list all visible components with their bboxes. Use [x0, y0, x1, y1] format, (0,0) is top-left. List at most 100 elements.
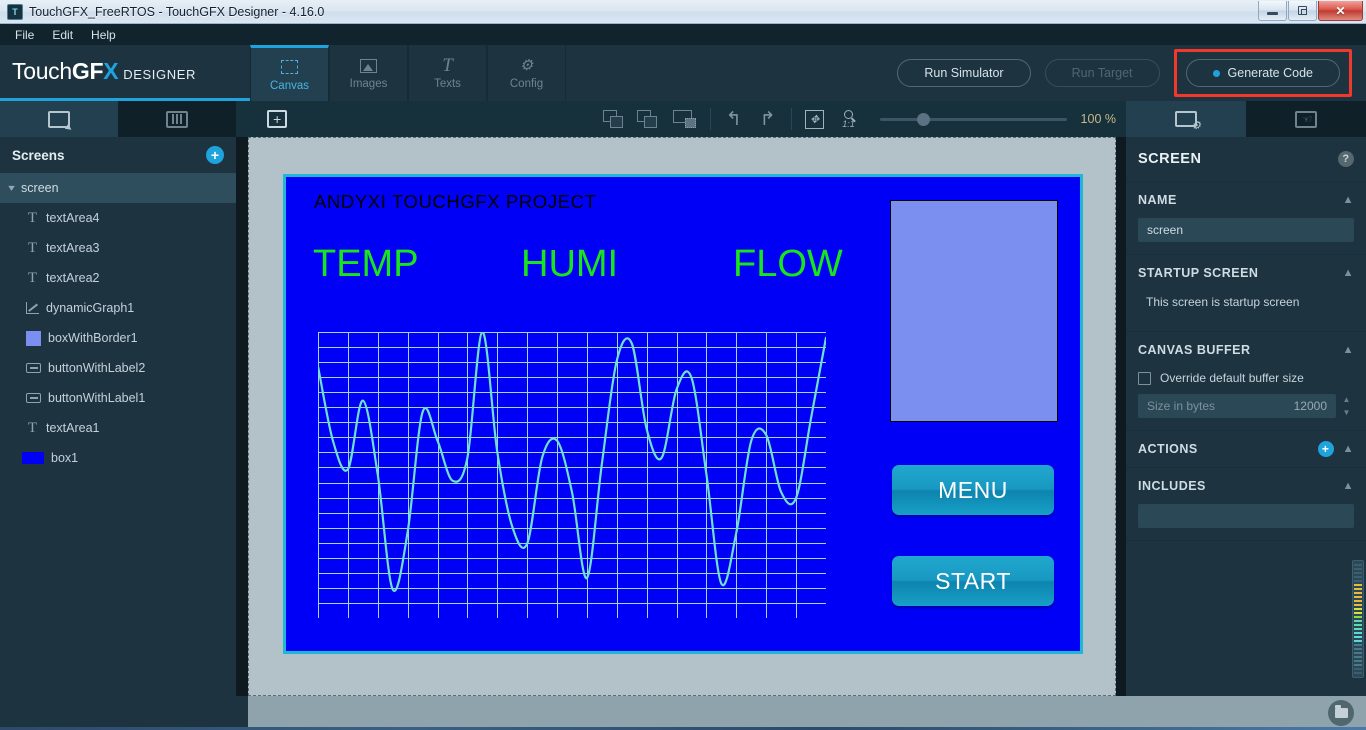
screen-properties-icon [1175, 111, 1201, 132]
archive-button[interactable] [1328, 700, 1354, 726]
menu-button[interactable]: MENU [892, 465, 1054, 515]
override-buffer-checkbox[interactable] [1138, 371, 1151, 385]
name-section-header[interactable]: NAME ▲ [1126, 182, 1366, 218]
tree-item-buttonwithlabel1[interactable]: buttonWithLabel1 [0, 383, 236, 413]
right-tab-interactions[interactable]: ☜ [1246, 101, 1366, 137]
add-screen-button[interactable]: + [206, 146, 224, 164]
tree-root-screen[interactable]: ▾ screen [0, 173, 236, 203]
menu-item-file[interactable]: File [6, 26, 43, 44]
box-with-border-widget[interactable] [890, 200, 1058, 422]
stepper-down-icon[interactable]: ▼ [1343, 408, 1351, 417]
tree-item-label: box1 [51, 451, 79, 465]
restore-button[interactable] [1288, 1, 1317, 21]
window-controls: ✕ [1258, 1, 1366, 22]
chevron-up-icon[interactable]: ▲ [1343, 443, 1354, 455]
logo-suffix: DESIGNER [123, 66, 196, 82]
generate-code-button[interactable]: Generate Code [1185, 59, 1340, 87]
zoom-reset-button[interactable]: 1:1 [832, 108, 866, 130]
chevron-up-icon[interactable]: ▲ [1343, 267, 1354, 279]
tree-item-buttonwithlabel2[interactable]: buttonWithLabel2 [0, 353, 236, 383]
color-gauge-widget[interactable] [1352, 560, 1364, 678]
left-tab-screens[interactable] [0, 101, 118, 137]
undo-button[interactable]: ↰ [717, 110, 751, 129]
minimize-button[interactable] [1258, 1, 1287, 21]
tree-item-label: textArea3 [46, 241, 100, 255]
box-with-border-icon [26, 330, 41, 346]
app-icon: T [7, 3, 23, 20]
dynamic-graph[interactable] [318, 332, 826, 618]
title-bar: T TouchGFX_FreeRTOS - TouchGFX Designer … [0, 0, 1366, 24]
includes-section-title: INCLUDES [1138, 479, 1206, 493]
properties-panel: SCREEN ? NAME ▲ screen STARTUP SCREEN ▲ … [1126, 137, 1366, 696]
snap-icon [673, 109, 697, 129]
tree-root-label: screen [21, 181, 59, 195]
tree-item-dynamicgraph1[interactable]: dynamicGraph1 [0, 293, 236, 323]
tree-item-textarea1[interactable]: T textArea1 [0, 413, 236, 443]
generate-code-label: Generate Code [1227, 66, 1313, 80]
tree-item-textarea2[interactable]: T textArea2 [0, 263, 236, 293]
canvas-area[interactable]: ANDYXI TOUCHGFX PROJECT TEMP HUMI FLOW M… [248, 137, 1116, 696]
tree-item-label: textArea2 [46, 271, 100, 285]
interactions-icon: ☜ [1295, 110, 1317, 128]
run-target-button[interactable]: Run Target [1044, 59, 1160, 87]
buffer-size-stepper[interactable]: ▲ ▼ [1339, 394, 1354, 418]
buffer-size-input[interactable]: Size in bytes 12000 [1138, 394, 1336, 418]
add-widget-button[interactable]: + [264, 108, 290, 130]
zoom-slider[interactable] [879, 109, 1067, 129]
screen-name-input[interactable]: screen [1138, 218, 1354, 242]
add-action-button[interactable]: + [1317, 441, 1334, 457]
tree-item-boxwithborder1[interactable]: boxWithBorder1 [0, 323, 236, 353]
menu-bar: File Edit Help [0, 24, 1366, 45]
run-simulator-button[interactable]: Run Simulator [897, 59, 1031, 87]
tree-item-label: textArea4 [46, 211, 100, 225]
buffer-size-placeholder: Size in bytes [1147, 399, 1216, 413]
device-screen[interactable]: ANDYXI TOUCHGFX PROJECT TEMP HUMI FLOW M… [283, 174, 1083, 654]
canvas-buffer-body: Override default buffer size Size in byt… [1126, 368, 1366, 430]
includes-input[interactable] [1138, 504, 1354, 528]
right-tab-properties[interactable] [1126, 101, 1246, 137]
chevron-down-icon[interactable]: ▾ [8, 183, 15, 194]
start-button[interactable]: START [892, 556, 1054, 606]
buffer-size-row: Size in bytes 12000 ▲ ▼ [1138, 394, 1354, 418]
override-buffer-label: Override default buffer size [1160, 371, 1304, 385]
name-section-body: screen [1126, 218, 1366, 254]
chevron-up-icon[interactable]: ▲ [1343, 480, 1354, 492]
menu-item-edit[interactable]: Edit [43, 26, 82, 44]
screens-header: Screens + [0, 137, 236, 173]
tab-images[interactable]: Images [329, 45, 408, 101]
override-buffer-row[interactable]: Override default buffer size [1138, 368, 1354, 394]
includes-section-header[interactable]: INCLUDES ▲ [1126, 468, 1366, 504]
zoom-slider-track [879, 117, 1067, 121]
tree-item-textarea3[interactable]: T textArea3 [0, 233, 236, 263]
fit-to-screen-icon: ✥ [805, 109, 825, 129]
screen-tree: ▾ screen T textArea4 T textArea3 T textA… [0, 173, 236, 473]
fit-to-screen-button[interactable]: ✥ [798, 108, 832, 130]
tab-config[interactable]: ⚙ Config [487, 45, 566, 101]
screens-tab-icon [48, 110, 70, 128]
menu-item-help[interactable]: Help [82, 26, 125, 44]
close-button[interactable]: ✕ [1318, 1, 1363, 21]
send-to-back-button[interactable] [632, 108, 666, 130]
snap-button[interactable] [666, 108, 704, 130]
stepper-up-icon[interactable]: ▲ [1343, 395, 1351, 404]
help-icon[interactable]: ? [1338, 151, 1354, 167]
actions-section-header[interactable]: ACTIONS + ▲ [1126, 431, 1366, 467]
includes-section: INCLUDES ▲ [1126, 468, 1366, 541]
window-title: TouchGFX_FreeRTOS - TouchGFX Designer - … [29, 4, 325, 19]
bring-to-front-button[interactable] [598, 108, 632, 130]
tab-texts[interactable]: T Texts [408, 45, 487, 101]
logo-part-2: GF [71, 58, 104, 84]
chevron-up-icon[interactable]: ▲ [1343, 344, 1354, 356]
app-header: Touch GF X DESIGNER Canvas Images T Texts … [0, 45, 1366, 101]
startup-section-header[interactable]: STARTUP SCREEN ▲ [1126, 255, 1366, 291]
bring-to-front-icon [603, 109, 626, 129]
tree-item-box1[interactable]: box1 [0, 443, 236, 473]
generate-code-highlight: Generate Code [1173, 49, 1352, 97]
redo-button[interactable]: ↱ [751, 110, 785, 129]
canvas-buffer-header[interactable]: CANVAS BUFFER ▲ [1126, 332, 1366, 368]
zoom-slider-knob[interactable] [916, 113, 930, 126]
chevron-up-icon[interactable]: ▲ [1343, 194, 1354, 206]
left-tab-widgets[interactable] [118, 101, 236, 137]
tree-item-textarea4[interactable]: T textArea4 [0, 203, 236, 233]
tab-canvas[interactable]: Canvas [250, 45, 329, 101]
